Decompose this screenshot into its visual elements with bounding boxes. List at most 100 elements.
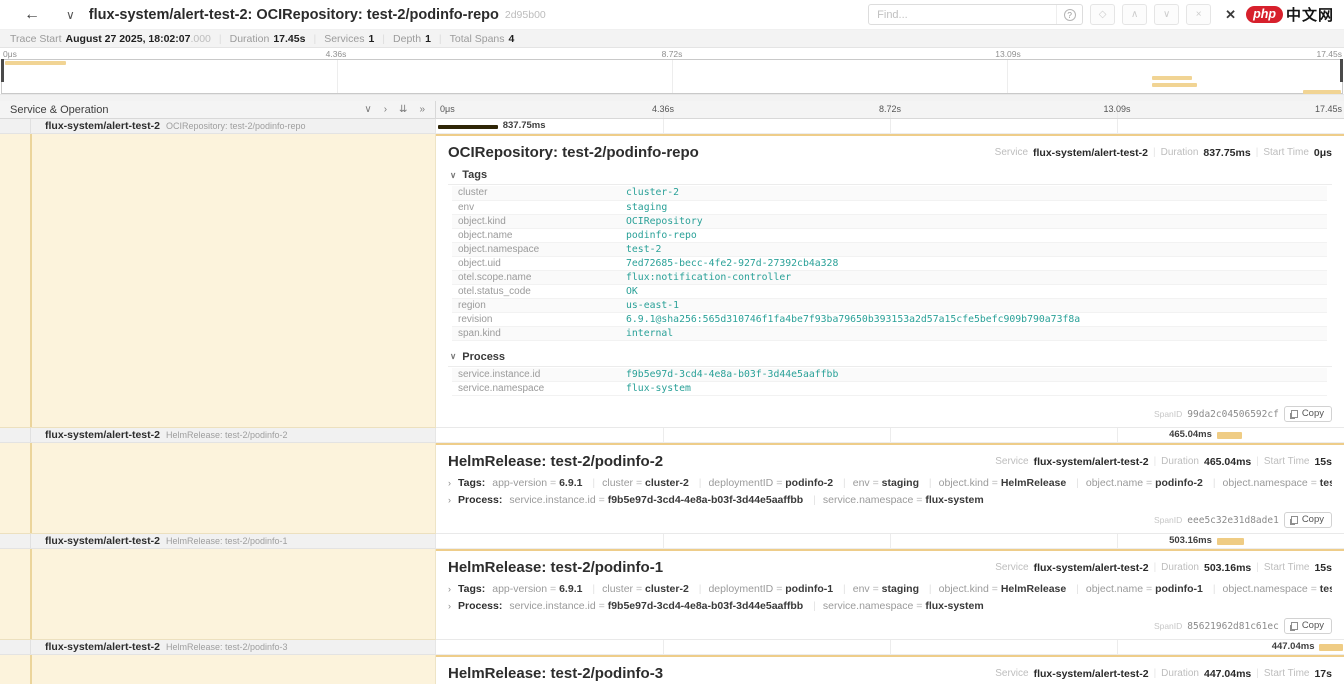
process-summary[interactable]: › Process: service.instance.id f9b5e97d-… bbox=[448, 598, 1332, 615]
chevron-down-icon[interactable]: ∨ bbox=[66, 8, 75, 22]
meta-start-value: 0μs bbox=[1314, 147, 1332, 159]
minimap-left-drag-handle[interactable] bbox=[1, 59, 4, 82]
tag-row[interactable]: cluster cluster-2 bbox=[452, 186, 1327, 200]
summary-pair: service.instance.id f9b5e97d-3cd4-4e8a-b… bbox=[509, 600, 803, 612]
tick-label: 13.09s bbox=[995, 49, 1021, 59]
summary-pair: cluster cluster-2 bbox=[585, 583, 688, 595]
pair-value: podinfo-2 bbox=[776, 477, 833, 489]
tag-key: otel.scope.name bbox=[452, 270, 620, 284]
expand-one-icon[interactable]: › bbox=[384, 104, 387, 115]
copy-button[interactable]: Copy bbox=[1284, 406, 1332, 422]
tag-key: object.kind bbox=[452, 214, 620, 228]
find-prev-button[interactable]: ∧ bbox=[1122, 4, 1147, 25]
expand-all-icon[interactable]: » bbox=[419, 104, 425, 115]
span-timeline-cell[interactable]: 465.04ms bbox=[436, 428, 1344, 443]
copy-button[interactable]: Copy bbox=[1284, 618, 1332, 634]
tag-row[interactable]: object.uid 7ed72685-becc-4fe2-927d-27392… bbox=[452, 256, 1327, 270]
tag-key: cluster bbox=[452, 186, 620, 200]
tag-row[interactable]: env staging bbox=[452, 200, 1327, 214]
span-name-cell[interactable]: flux-system/alert-test-2 HelmRelease: te… bbox=[0, 428, 436, 443]
summary-pair: env staging bbox=[836, 583, 919, 595]
tags-summary[interactable]: › Tags: app-version 6.9.1 cluster cluste… bbox=[448, 475, 1332, 492]
back-icon[interactable]: ← bbox=[24, 6, 40, 24]
tag-row[interactable]: region us-east-1 bbox=[452, 298, 1327, 312]
close-icon[interactable]: ✕ bbox=[1225, 7, 1236, 23]
span-bar[interactable] bbox=[1217, 538, 1244, 545]
tag-row[interactable]: otel.scope.name flux:notification-contro… bbox=[452, 270, 1327, 284]
span-bar[interactable] bbox=[438, 125, 498, 129]
chevron-up-icon: ∧ bbox=[1131, 9, 1138, 20]
tag-row[interactable]: object.name podinfo-repo bbox=[452, 228, 1327, 242]
summary-pair: cluster cluster-2 bbox=[585, 477, 688, 489]
pair-key: app-version bbox=[492, 583, 547, 595]
minimap-canvas[interactable] bbox=[1, 59, 1343, 94]
tag-value: us-east-1 bbox=[620, 298, 1327, 312]
tag-value: test-2 bbox=[620, 242, 1327, 256]
pair-value: test-2 bbox=[1311, 583, 1332, 595]
span-operation: OCIRepository: test-2/podinfo-repo bbox=[166, 121, 306, 131]
process-summary[interactable]: › Process: service.instance.id f9b5e97d-… bbox=[448, 492, 1332, 509]
pair-key: service.instance.id bbox=[509, 600, 595, 612]
span-timeline-cell[interactable]: 837.75ms bbox=[436, 119, 1344, 134]
find-next-button[interactable]: ∨ bbox=[1154, 4, 1179, 25]
collapse-all-icon[interactable]: ⇊ bbox=[399, 104, 407, 115]
span-bar[interactable] bbox=[1319, 644, 1343, 651]
span-timeline-cell[interactable]: 503.16ms bbox=[436, 534, 1344, 549]
span-detail-title[interactable]: HelmRelease: test-2/podinfo-1 bbox=[448, 559, 663, 576]
find-clear-button[interactable]: × bbox=[1186, 4, 1211, 25]
services-value: 1 bbox=[368, 33, 374, 45]
span-id-label: SpanID bbox=[1154, 515, 1182, 525]
span-name-cell[interactable]: flux-system/alert-test-2 HelmRelease: te… bbox=[0, 534, 436, 549]
pair-value: staging bbox=[873, 477, 919, 489]
tags-section-label: Tags bbox=[462, 169, 487, 181]
summary-pair: deploymentID podinfo-2 bbox=[692, 477, 833, 489]
find-box: ? bbox=[868, 4, 1083, 25]
span-id-label: SpanID bbox=[1154, 621, 1182, 631]
meta-duration-label: Duration bbox=[1161, 147, 1199, 158]
span-name-cell[interactable]: flux-system/alert-test-2 OCIRepository: … bbox=[0, 119, 436, 134]
tag-row[interactable]: object.kind OCIRepository bbox=[452, 214, 1327, 228]
pair-key: object.kind bbox=[939, 583, 989, 595]
find-help-button[interactable]: ? bbox=[1056, 5, 1082, 24]
pair-value: test-2 bbox=[1311, 477, 1332, 489]
process-accordion[interactable]: ∨ Process bbox=[448, 348, 1332, 367]
span-detail-title[interactable]: OCIRepository: test-2/podinfo-repo bbox=[448, 144, 699, 161]
pair-key: deploymentID bbox=[708, 583, 773, 595]
tag-key: object.uid bbox=[452, 256, 620, 270]
find-input[interactable] bbox=[869, 9, 1056, 21]
minimap-span-bar bbox=[1152, 76, 1192, 80]
minimap-right-drag-handle[interactable] bbox=[1340, 59, 1343, 82]
tag-row[interactable]: service.instance.id f9b5e97d-3cd4-4e8a-b… bbox=[452, 368, 1327, 382]
trace-start-label: Trace Start bbox=[10, 33, 62, 45]
collapse-one-icon[interactable]: ∨ bbox=[364, 104, 371, 115]
meta-duration-value: 837.75ms bbox=[1203, 147, 1250, 159]
tags-summary[interactable]: › Tags: app-version 6.9.1 cluster cluste… bbox=[448, 581, 1332, 598]
total-spans-label: Total Spans bbox=[450, 33, 505, 45]
tag-row[interactable]: span.kind internal bbox=[452, 326, 1327, 340]
span-detail-block: OCIRepository: test-2/podinfo-repo Servi… bbox=[0, 134, 1344, 428]
tag-key: service.instance.id bbox=[452, 368, 620, 382]
span-row: flux-system/alert-test-2 HelmRelease: te… bbox=[0, 428, 1344, 443]
span-timeline-cell[interactable]: 447.04ms bbox=[436, 640, 1344, 655]
pair-key: object.kind bbox=[939, 477, 989, 489]
tag-key: object.namespace bbox=[452, 242, 620, 256]
find-filter-button[interactable]: ◇ bbox=[1090, 4, 1115, 25]
span-detail-title[interactable]: HelmRelease: test-2/podinfo-3 bbox=[448, 665, 663, 682]
span-service: flux-system/alert-test-2 bbox=[45, 641, 160, 653]
tag-row[interactable]: object.namespace test-2 bbox=[452, 242, 1327, 256]
tags-accordion[interactable]: ∨ Tags bbox=[448, 166, 1332, 185]
span-name-cell[interactable]: flux-system/alert-test-2 HelmRelease: te… bbox=[0, 640, 436, 655]
tag-value: internal bbox=[620, 326, 1327, 340]
copy-button[interactable]: Copy bbox=[1284, 512, 1332, 528]
summary-pair: service.namespace flux-system bbox=[806, 600, 984, 612]
pair-value: cluster-2 bbox=[636, 477, 689, 489]
pair-value: podinfo-1 bbox=[1146, 583, 1203, 595]
tag-value: podinfo-repo bbox=[620, 228, 1327, 242]
tag-row[interactable]: revision 6.9.1@sha256:565d310746f1fa4be7… bbox=[452, 312, 1327, 326]
span-bar[interactable] bbox=[1217, 432, 1242, 439]
tag-row[interactable]: otel.status_code OK bbox=[452, 284, 1327, 298]
trace-start-value: August 27 2025, 18:02:07 bbox=[66, 33, 191, 45]
service-operation-header: Service & Operation ∨ › ⇊ » bbox=[0, 101, 436, 118]
span-detail-title[interactable]: HelmRelease: test-2/podinfo-2 bbox=[448, 453, 663, 470]
tag-row[interactable]: service.namespace flux-system bbox=[452, 382, 1327, 396]
